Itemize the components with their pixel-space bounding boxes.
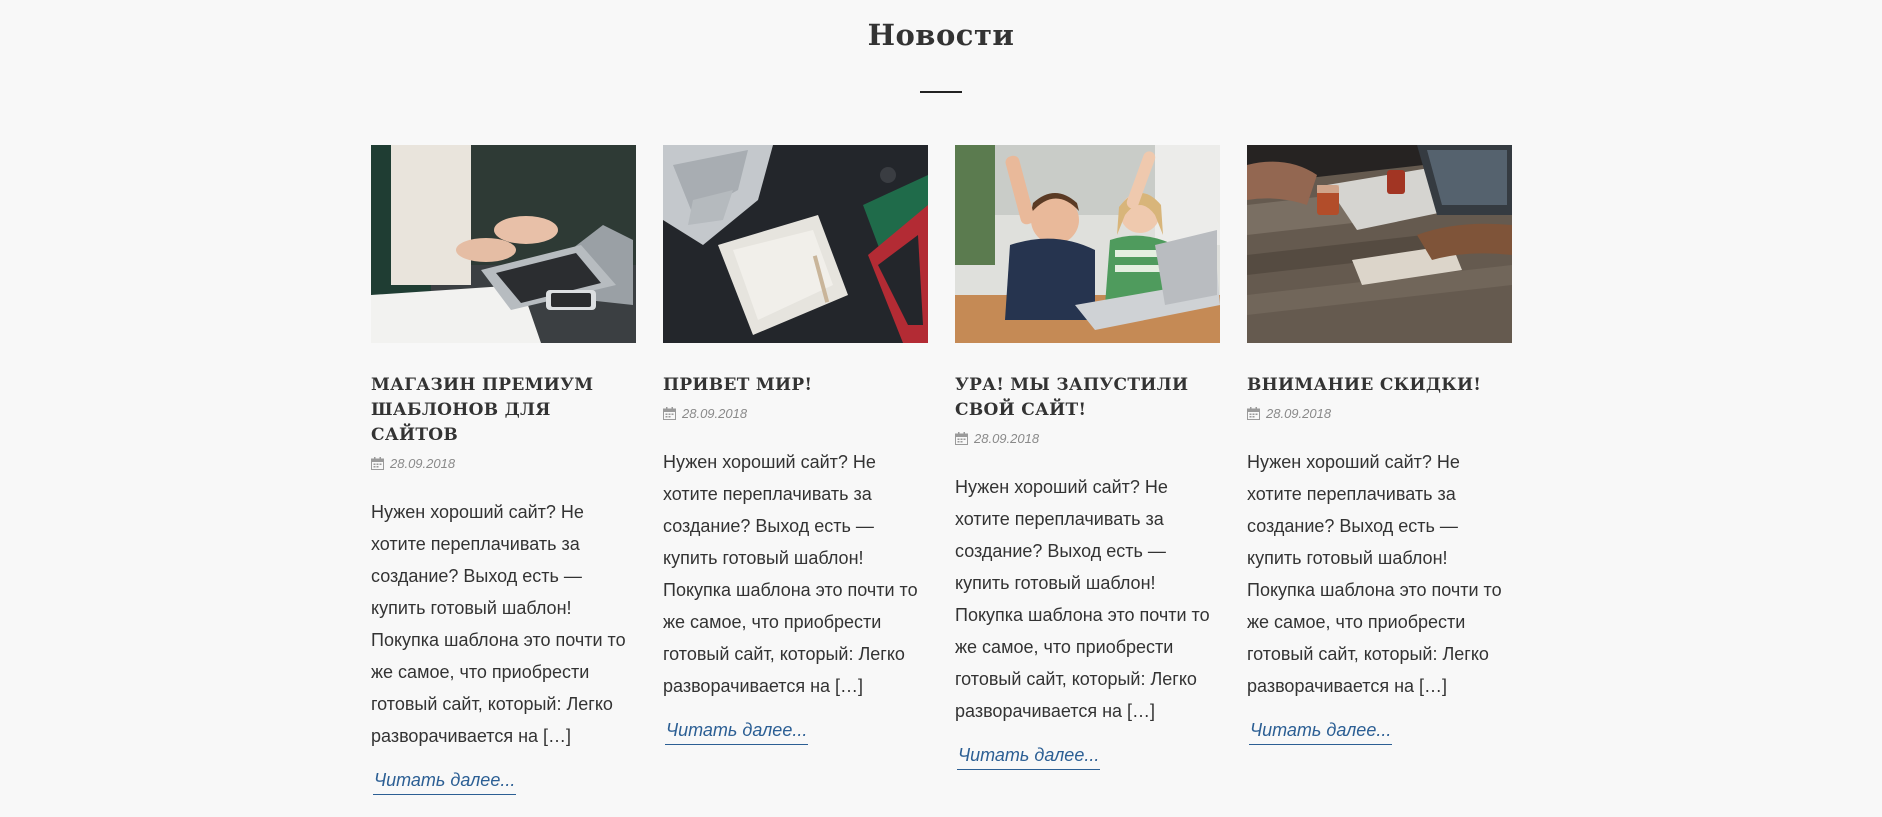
news-image[interactable]: [371, 145, 636, 343]
news-image[interactable]: [1247, 145, 1512, 343]
news-title[interactable]: Магазин премиум шаблонов для сайтов: [371, 343, 636, 448]
news-excerpt: Нужен хороший сайт? Не хотите переплачив…: [1247, 452, 1502, 696]
read-more-link[interactable]: Читать далее...: [1249, 720, 1393, 745]
news-image-photo: [955, 145, 1220, 343]
news-card: Ура! Мы запустили свой сайт! 28.09.2018 …: [955, 145, 1220, 770]
read-more-link[interactable]: Читать далее...: [665, 720, 809, 745]
title-divider: [920, 91, 962, 93]
read-more-link[interactable]: Читать далее...: [373, 770, 517, 795]
news-image-photo: [663, 145, 928, 343]
news-title[interactable]: Ура! Мы запустили свой сайт!: [955, 343, 1220, 423]
calendar-icon: [955, 431, 968, 445]
section-title: Новости: [867, 18, 1015, 52]
news-date: 28.09.2018: [955, 429, 1220, 447]
news-image[interactable]: [955, 145, 1220, 343]
news-image-photo: [1247, 145, 1512, 343]
news-date-text: 28.09.2018: [682, 405, 748, 421]
news-date: 28.09.2018: [1247, 404, 1512, 422]
news-card: Внимание скидки! 28.09.2018 Нужен хороши…: [1247, 145, 1512, 745]
news-card: Магазин премиум шаблонов для сайтов 28.0…: [371, 145, 636, 795]
news-date: 28.09.2018: [663, 404, 928, 422]
news-date: 28.09.2018: [371, 454, 636, 472]
news-date-text: 28.09.2018: [1266, 405, 1332, 421]
news-title[interactable]: Привет мир!: [663, 343, 928, 398]
news-image-photo: [371, 145, 636, 343]
read-more-link[interactable]: Читать далее...: [957, 745, 1101, 770]
news-card: Привет мир! 28.09.2018 Нужен хороший сай…: [663, 145, 928, 745]
news-excerpt: Нужен хороший сайт? Не хотите переплачив…: [371, 502, 626, 746]
news-title[interactable]: Внимание скидки!: [1247, 343, 1512, 398]
news-excerpt: Нужен хороший сайт? Не хотите переплачив…: [955, 477, 1210, 721]
news-date-text: 28.09.2018: [390, 455, 456, 471]
calendar-icon: [663, 406, 676, 420]
news-image[interactable]: [663, 145, 928, 343]
news-date-text: 28.09.2018: [974, 430, 1040, 446]
calendar-icon: [1247, 406, 1260, 420]
calendar-icon: [371, 456, 384, 470]
news-excerpt: Нужен хороший сайт? Не хотите переплачив…: [663, 452, 918, 696]
